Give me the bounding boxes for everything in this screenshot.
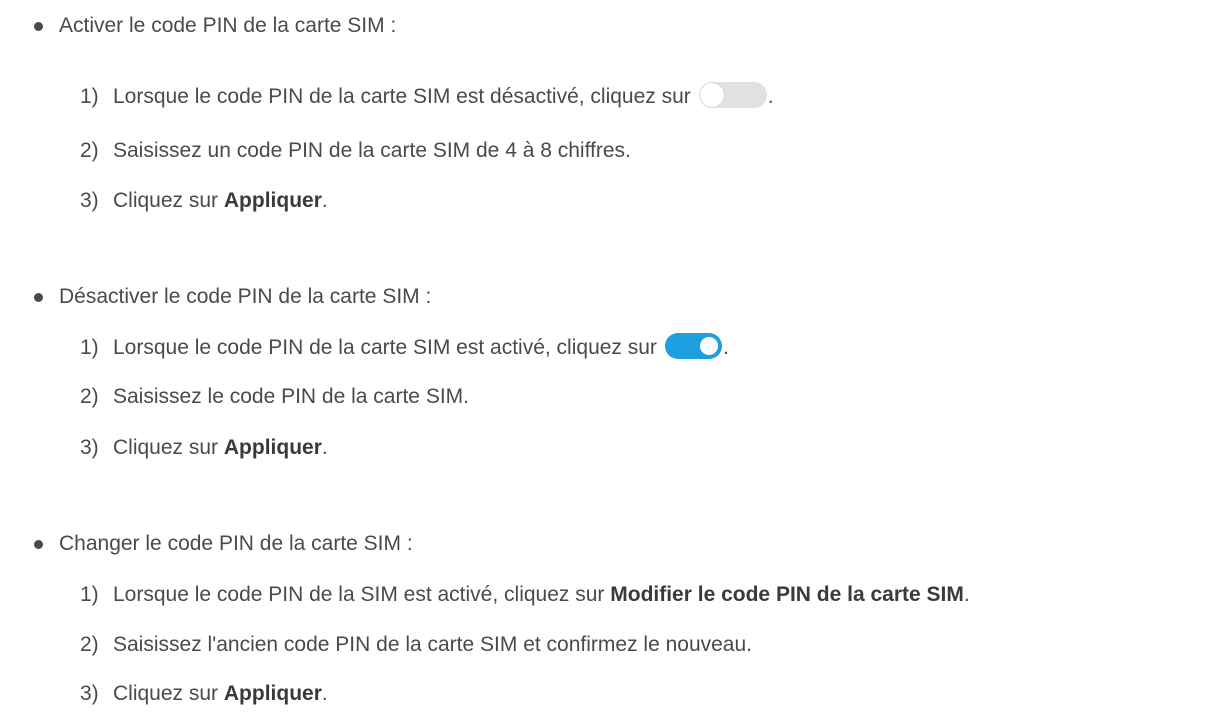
section-title: Changer le code PIN de la carte SIM : [59, 532, 413, 555]
step-number: 2) [80, 633, 99, 656]
step-text-after: . [321, 682, 328, 705]
modify-pin-label: Modifier le code PIN de la carte SIM [610, 583, 964, 606]
step-number: 3) [80, 682, 99, 705]
step-number: 2) [80, 385, 99, 408]
step-text-before: Cliquez sur [113, 436, 224, 459]
section-title: Désactiver le code PIN de la carte SIM : [59, 285, 432, 308]
step-text-before: Lorsque le code PIN de la carte SIM est … [113, 336, 657, 359]
step-number: 2) [80, 139, 99, 162]
step-number: 3) [80, 436, 99, 459]
step-text: Saisissez l'ancien code PIN de la carte … [113, 633, 752, 656]
step-text-before: Cliquez sur [113, 189, 224, 212]
step-text-after: . [722, 336, 729, 359]
step-text-before: Lorsque le code PIN de la SIM est activé… [113, 583, 611, 606]
step-text-after: . [963, 583, 970, 606]
step-text: Cliquez sur Appliquer. [113, 679, 328, 709]
step-text: Saisissez le code PIN de la carte SIM. [113, 385, 469, 408]
bullet-dot [34, 293, 43, 302]
step-number: 1) [80, 336, 99, 359]
toggle-switch-off-icon[interactable] [698, 82, 767, 109]
step-text-after: . [321, 189, 328, 212]
step-text: Cliquez sur Appliquer. [113, 433, 328, 463]
step-text: Lorsque le code PIN de la carte SIM est … [113, 333, 729, 363]
bullet-dot [34, 540, 43, 549]
apply-label: Appliquer [223, 189, 322, 212]
toggle-switch-on-icon[interactable] [664, 333, 722, 360]
apply-label: Appliquer [223, 682, 322, 705]
step-text: Saisissez un code PIN de la carte SIM de… [113, 139, 631, 162]
section-title: Activer le code PIN de la carte SIM : [59, 14, 397, 37]
step-number: 1) [80, 85, 99, 108]
toggle-knob [699, 83, 724, 108]
step-text: Lorsque le code PIN de la SIM est activé… [113, 580, 970, 610]
step-text-after: . [767, 85, 774, 108]
step-number: 1) [80, 583, 99, 606]
step-text-before: Lorsque le code PIN de la carte SIM est … [113, 85, 691, 108]
apply-label: Appliquer [223, 436, 322, 459]
step-text-after: . [321, 436, 328, 459]
step-text: Cliquez sur Appliquer. [113, 186, 328, 216]
step-text: Lorsque le code PIN de la carte SIM est … [113, 82, 774, 112]
step-text-before: Cliquez sur [113, 682, 224, 705]
bullet-dot [34, 22, 43, 31]
toggle-knob [699, 337, 718, 356]
step-number: 3) [80, 189, 99, 212]
